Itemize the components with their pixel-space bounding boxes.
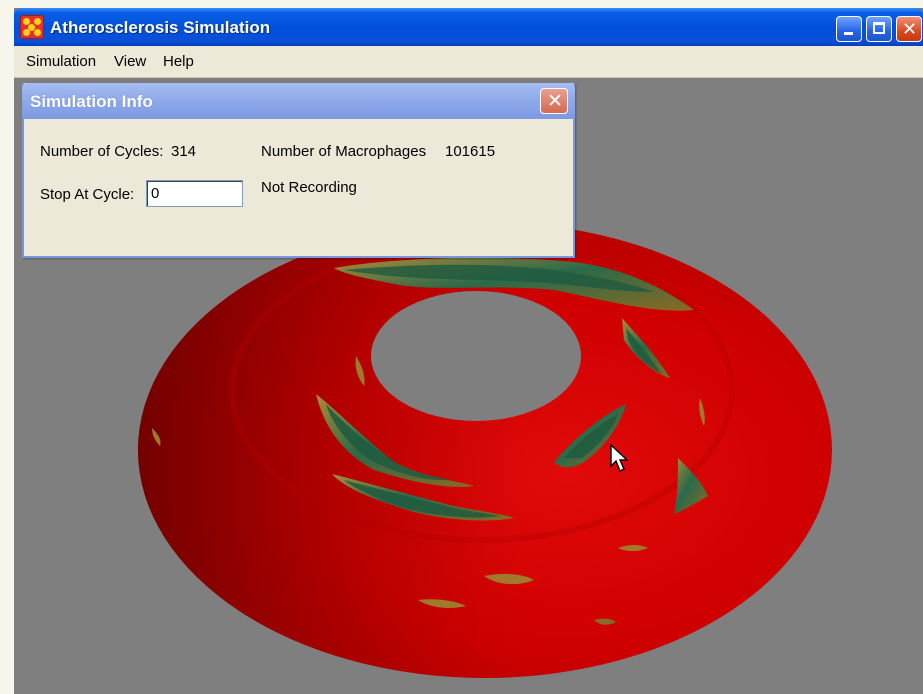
menu-help[interactable]: Help	[163, 53, 194, 70]
app-window: Atherosclerosis Simulation ✕ Simulation …	[14, 8, 923, 694]
macrophages-value: 101615	[445, 143, 496, 160]
cycles-value: 314	[171, 143, 197, 160]
dialog-close-button[interactable]: ✕	[540, 88, 568, 114]
menu-bar: Simulation View Help	[14, 46, 923, 78]
dialog-title: Simulation Info	[30, 92, 153, 111]
close-icon: ✕	[902, 19, 918, 40]
dialog-title-bar[interactable]: Simulation Info ✕	[22, 83, 575, 119]
cycles-label: Number of Cycles:	[40, 143, 164, 160]
minimize-icon	[844, 32, 853, 35]
mouse-pointer-icon	[610, 444, 629, 472]
maximize-button[interactable]	[866, 16, 892, 42]
macrophages-label: Number of Macrophages	[261, 143, 427, 160]
menu-view[interactable]: View	[114, 53, 146, 70]
minimize-button[interactable]	[836, 16, 862, 42]
artery-wall	[138, 222, 832, 678]
artery-lumen	[371, 291, 581, 421]
title-bar[interactable]: Atherosclerosis Simulation ✕	[14, 8, 923, 46]
close-icon: ✕	[547, 90, 563, 112]
close-button[interactable]: ✕	[896, 16, 922, 42]
recording-status: Not Recording	[261, 179, 357, 196]
menu-simulation[interactable]: Simulation	[26, 53, 96, 70]
simulation-info-dialog: Simulation Info ✕ Number of Cycles: 314 …	[22, 83, 575, 258]
maximize-icon	[873, 22, 885, 34]
window-title: Atherosclerosis Simulation	[50, 18, 271, 37]
atom-app-icon	[20, 15, 44, 39]
stop-at-cycle-input[interactable]	[146, 180, 243, 207]
stop-at-cycle-label: Stop At Cycle:	[40, 186, 135, 203]
